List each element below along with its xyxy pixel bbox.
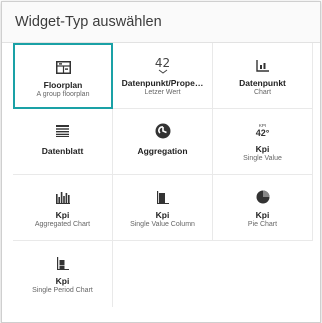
widget-datapoint-property[interactable]: 42 Datenpunkt/Prope… Letzer Wert (113, 43, 213, 109)
floorplan-icon (15, 59, 111, 75)
widget-name: Datenpunkt/Prope… (121, 78, 204, 88)
widget-subtitle: Letzer Wert (144, 89, 181, 96)
dialog-header: Widget-Typ auswählen (2, 2, 320, 43)
widget-kpi-single-value[interactable]: KPI 42° Kpi Single Value (213, 109, 313, 175)
widget-subtitle: Single Value (243, 155, 282, 162)
widget-floorplan[interactable]: Floorplan A group floorplan (13, 43, 113, 109)
widget-subtitle: A group floorplan (36, 91, 90, 98)
single-period-icon (13, 255, 112, 271)
line-chart-icon (213, 57, 312, 73)
widget-subtitle: Single Period Chart (32, 287, 93, 294)
widget-name: Kpi (55, 276, 70, 286)
widget-subtitle: Pie Chart (247, 221, 278, 228)
widget-name: Floorplan (43, 80, 83, 90)
widget-subtitle: Single Value Column (130, 221, 195, 228)
widget-name: Kpi (255, 210, 270, 220)
last-value-icon-text: 42 (154, 55, 171, 70)
widget-type-dialog: Widget-Typ auswählen Floorplan A group f… (1, 1, 321, 323)
widget-name: Kpi (155, 210, 170, 220)
dialog-title: Widget-Typ auswählen (15, 14, 162, 30)
column-icon (113, 189, 212, 205)
widget-datapoint-chart[interactable]: Datenpunkt Chart (213, 43, 313, 109)
widget-name: Kpi (55, 210, 70, 220)
widget-name: Datenblatt (41, 146, 84, 156)
widget-name: Datenpunkt (239, 78, 286, 88)
widget-subtitle: Chart (253, 89, 272, 96)
kpi-value-icon: KPI 42° (213, 123, 312, 139)
widget-name: Aggregation (137, 146, 188, 156)
widget-grid: Floorplan A group floorplan 42 Datenpunk… (13, 43, 321, 323)
kpi-icon-value: 42° (255, 127, 270, 138)
datasheet-icon (13, 123, 112, 139)
widget-name: Kpi (255, 144, 270, 154)
pie-chart-icon (213, 189, 312, 205)
widget-datasheet[interactable]: Datenblatt (13, 109, 113, 175)
aggregation-icon (113, 123, 212, 139)
widget-subtitle: Aggregated Chart (34, 221, 91, 228)
widget-kpi-single-period-chart[interactable]: Kpi Single Period Chart (13, 241, 113, 307)
last-value-icon: 42 (113, 55, 212, 74)
widget-aggregation[interactable]: Aggregation (113, 109, 213, 175)
widget-kpi-aggregated-chart[interactable]: Kpi Aggregated Chart (13, 175, 113, 241)
widget-kpi-pie-chart[interactable]: Kpi Pie Chart (213, 175, 313, 241)
widget-kpi-single-value-column[interactable]: Kpi Single Value Column (113, 175, 213, 241)
bar-chart-icon (13, 189, 112, 205)
